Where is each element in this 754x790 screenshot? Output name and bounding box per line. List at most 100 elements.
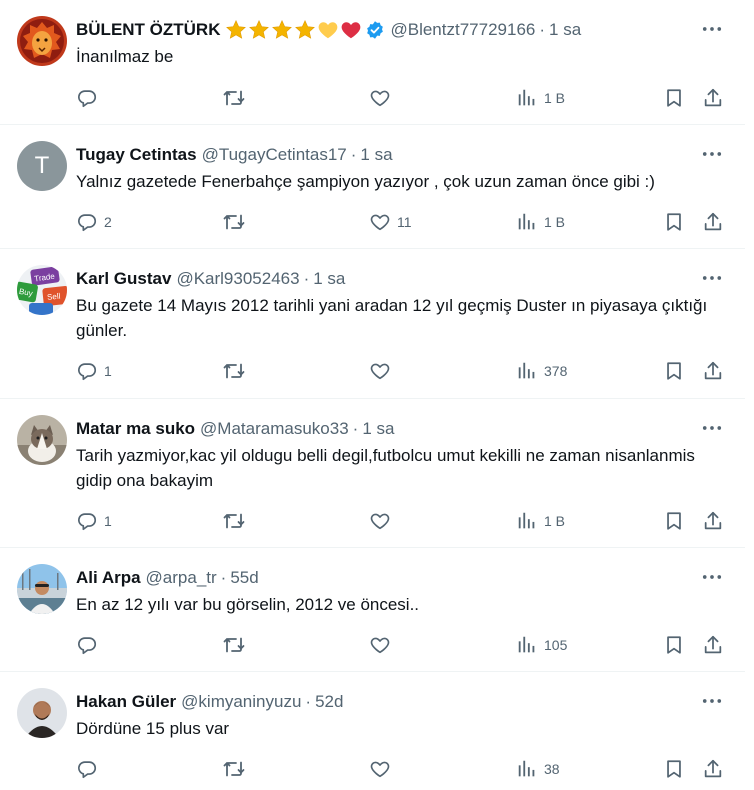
reply-count: 1 xyxy=(104,363,112,379)
reply-button[interactable] xyxy=(76,757,104,781)
more-icon[interactable] xyxy=(701,419,723,437)
user-handle[interactable]: @Blentzt77729166 xyxy=(390,20,535,40)
tweet[interactable]: Hakan Güler @kimyaninyuzu · 52d Dördüne … xyxy=(0,672,745,790)
share-button[interactable] xyxy=(702,633,724,657)
retweet-icon xyxy=(222,509,246,533)
more-icon[interactable] xyxy=(701,269,723,287)
bookmark-button[interactable] xyxy=(663,757,685,781)
like-button[interactable] xyxy=(369,86,397,110)
bookmark-button[interactable] xyxy=(663,633,685,657)
share-button[interactable] xyxy=(702,210,724,234)
like-icon xyxy=(369,758,391,780)
tweet-text: Dördüne 15 plus var xyxy=(76,719,230,738)
timestamp[interactable]: 55d xyxy=(230,568,258,588)
view-count: 1 B xyxy=(544,513,566,529)
like-button[interactable] xyxy=(369,509,397,533)
retweet-button[interactable] xyxy=(222,359,252,383)
like-button[interactable]: 11 xyxy=(369,210,412,234)
tweet-text: Tarih yazmiyor,kac yil oldugu belli degi… xyxy=(76,446,695,490)
views-icon xyxy=(516,510,538,532)
verified-icon xyxy=(365,20,385,40)
reply-button[interactable]: 2 xyxy=(76,210,112,234)
timestamp[interactable]: 1 sa xyxy=(360,145,392,165)
lion-avatar[interactable] xyxy=(17,16,67,66)
display-name[interactable]: Hakan Güler xyxy=(76,692,176,712)
tweet[interactable]: Ali Arpa @arpa_tr · 55d En az 12 yılı va… xyxy=(0,548,745,672)
views-button[interactable]: 1 B xyxy=(516,509,565,533)
star-icon xyxy=(271,19,293,41)
cat-avatar[interactable] xyxy=(17,415,67,465)
bookmark-button[interactable] xyxy=(663,509,685,533)
display-name[interactable]: Ali Arpa xyxy=(76,568,141,588)
views-button[interactable]: 105 xyxy=(516,633,567,657)
views-button[interactable]: 378 xyxy=(516,359,567,383)
views-button[interactable]: 1 B xyxy=(516,86,565,110)
share-icon xyxy=(702,87,724,109)
like-button[interactable] xyxy=(369,633,397,657)
more-icon[interactable] xyxy=(701,692,723,710)
more-icon[interactable] xyxy=(701,145,723,163)
tweet[interactable]: Matar ma suko @Mataramasuko33 · 1 sa Tar… xyxy=(0,399,745,548)
tweet-text: Bu gazete 14 Mayıs 2012 tarihli yani ara… xyxy=(76,296,708,340)
reply-feed: BÜLENT ÖZTÜRK @Blentzt77729166 · 1 sa İn… xyxy=(0,0,745,790)
share-button[interactable] xyxy=(702,86,724,110)
bookmark-button[interactable] xyxy=(663,210,685,234)
retweet-button[interactable] xyxy=(222,210,252,234)
user-handle[interactable]: @kimyaninyuzu xyxy=(181,692,301,712)
retweet-button[interactable] xyxy=(222,757,252,781)
display-name[interactable]: Karl Gustav xyxy=(76,269,171,289)
bookmark-button[interactable] xyxy=(663,86,685,110)
like-button[interactable] xyxy=(369,359,397,383)
tweet-header: Hakan Güler @kimyaninyuzu · 52d xyxy=(76,690,725,714)
views-button[interactable]: 38 xyxy=(516,757,560,781)
timestamp[interactable]: 1 sa xyxy=(549,20,581,40)
user-handle[interactable]: @Mataramasuko33 xyxy=(200,419,349,439)
view-count: 1 B xyxy=(544,214,566,230)
trade-buy-sell-avatar[interactable]: Trade Buy Sell xyxy=(17,265,67,315)
tweet[interactable]: T Tugay Cetintas @TugayCetintas17 · 1 sa… xyxy=(0,125,745,249)
tweet-header: Tugay Cetintas @TugayCetintas17 · 1 sa xyxy=(76,143,725,167)
person-harbor-avatar[interactable] xyxy=(17,564,67,614)
separator-dot: · xyxy=(220,568,227,587)
views-icon xyxy=(516,360,538,382)
views-button[interactable]: 1 B xyxy=(516,210,565,234)
bookmark-icon xyxy=(663,758,685,780)
tweet[interactable]: BÜLENT ÖZTÜRK @Blentzt77729166 · 1 sa İn… xyxy=(0,0,745,125)
reply-button[interactable]: 1 xyxy=(76,359,112,383)
reply-button[interactable]: 1 xyxy=(76,509,112,533)
views-icon xyxy=(516,87,538,109)
tweet[interactable]: Trade Buy Sell Karl Gustav @Karl93052463… xyxy=(0,249,745,399)
more-icon[interactable] xyxy=(701,20,723,38)
like-button[interactable] xyxy=(369,757,397,781)
retweet-button[interactable] xyxy=(222,86,252,110)
view-count: 105 xyxy=(544,637,568,653)
user-handle[interactable]: @TugayCetintas17 xyxy=(202,145,347,165)
display-name[interactable]: Matar ma suko xyxy=(76,419,195,439)
tweet-header: Ali Arpa @arpa_tr · 55d xyxy=(76,566,725,590)
name-emojis xyxy=(225,19,385,41)
share-button[interactable] xyxy=(702,509,724,533)
timestamp[interactable]: 52d xyxy=(315,692,343,712)
retweet-button[interactable] xyxy=(222,633,252,657)
share-icon xyxy=(702,360,724,382)
retweet-icon xyxy=(222,86,246,110)
display-name[interactable]: BÜLENT ÖZTÜRK xyxy=(76,20,220,40)
reply-button[interactable] xyxy=(76,633,104,657)
timestamp[interactable]: 1 sa xyxy=(313,269,345,289)
action-bar: 1 378 xyxy=(76,359,725,383)
user-handle[interactable]: @Karl93052463 xyxy=(176,269,299,289)
retweet-button[interactable] xyxy=(222,509,252,533)
letter-avatar[interactable]: T xyxy=(17,141,67,191)
reply-icon xyxy=(76,87,98,109)
reply-button[interactable] xyxy=(76,86,104,110)
display-name[interactable]: Tugay Cetintas xyxy=(76,145,197,165)
user-handle[interactable]: @arpa_tr xyxy=(146,568,217,588)
bookmark-button[interactable] xyxy=(663,359,685,383)
share-button[interactable] xyxy=(702,757,724,781)
more-icon[interactable] xyxy=(701,568,723,586)
like-icon xyxy=(369,634,391,656)
person-portrait-avatar[interactable] xyxy=(17,688,67,738)
share-button[interactable] xyxy=(702,359,724,383)
separator-dot: · xyxy=(539,20,546,39)
timestamp[interactable]: 1 sa xyxy=(362,419,394,439)
